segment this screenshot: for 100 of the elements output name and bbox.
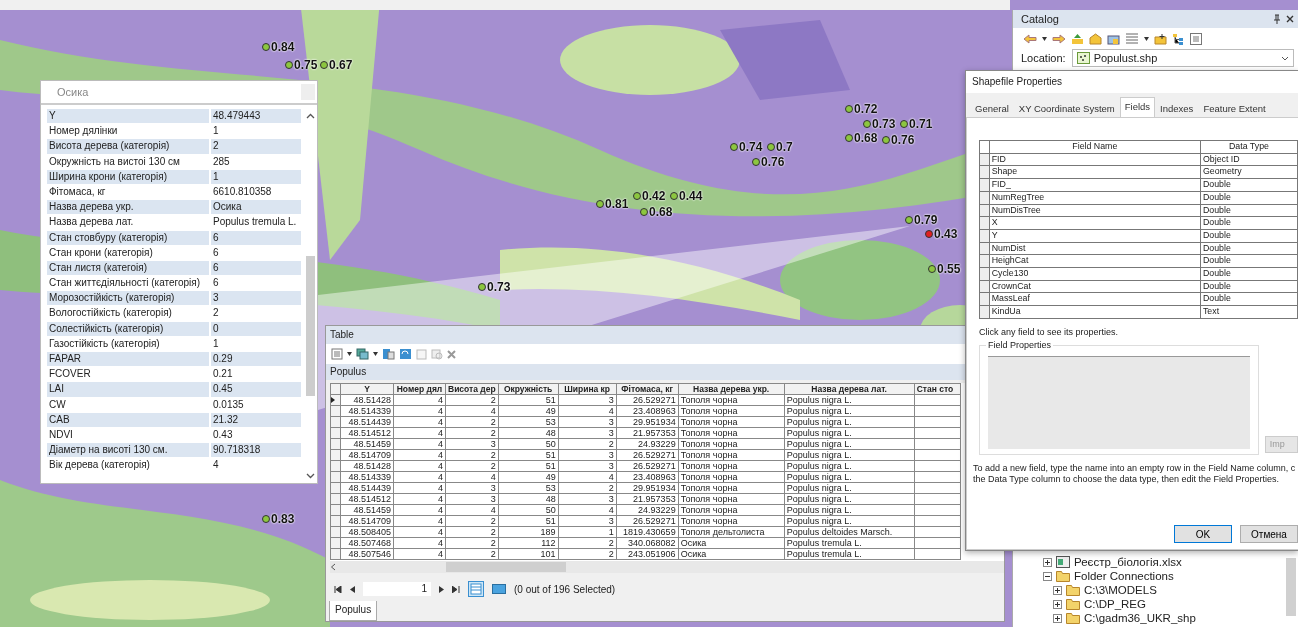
table-tab[interactable]: Populus (329, 601, 378, 621)
tab[interactable]: Feature Extent (1198, 99, 1271, 117)
tab[interactable]: XY Coordinate System (1013, 99, 1120, 117)
table-cell[interactable]: FID (989, 153, 1201, 166)
column-header[interactable]: Ширина кр (558, 383, 617, 395)
map-point[interactable] (730, 143, 738, 151)
map-point[interactable] (670, 192, 678, 200)
tree-item[interactable]: Реєстр_біологія.xlsx (1074, 556, 1182, 568)
location-field[interactable]: Populust.shp (1071, 49, 1294, 67)
expand-icon[interactable] (1043, 557, 1052, 567)
table-cell[interactable]: Double (1200, 229, 1298, 243)
table-cell[interactable]: Double (1200, 254, 1298, 268)
map-point[interactable] (640, 208, 648, 216)
table-cell[interactable]: Double (1200, 292, 1298, 306)
column-header[interactable]: Номер дял (393, 383, 446, 395)
column-header[interactable]: Окружність (498, 383, 559, 395)
caret-icon[interactable] (1042, 37, 1047, 41)
tab[interactable]: Fields (1119, 97, 1156, 117)
table-cell[interactable]: KindUa (989, 305, 1201, 319)
table-cell[interactable]: NumDisTree (989, 204, 1201, 217)
cancel-button[interactable]: Отмена (1240, 525, 1298, 543)
table-cell[interactable]: Y (989, 229, 1201, 243)
expand-icon[interactable] (1053, 613, 1062, 623)
column-header[interactable]: Висота дер (445, 383, 499, 395)
tree-view-icon[interactable] (1172, 33, 1185, 45)
scroll-up-icon[interactable] (305, 113, 315, 119)
map-point[interactable] (633, 192, 641, 200)
tab[interactable]: General (970, 99, 1014, 117)
table-cell[interactable]: Shape (989, 165, 1201, 179)
tree-item[interactable]: C:\DP_REG (1084, 598, 1146, 610)
forward-arrow-icon[interactable] (1052, 34, 1066, 44)
table-cell[interactable]: Double (1200, 178, 1298, 192)
map-point[interactable] (320, 61, 328, 69)
tree-item[interactable]: C:\gadm36_UKR_shp (1084, 612, 1196, 624)
delete-icon[interactable] (447, 349, 456, 359)
scroll-down-icon[interactable] (305, 473, 315, 479)
home-folder-icon[interactable] (1089, 33, 1102, 45)
switch-selection-icon[interactable] (399, 348, 412, 360)
tree-item[interactable]: Folder Connections (1074, 570, 1174, 582)
column-header[interactable]: Фітомаса, кг (616, 383, 679, 395)
map-point[interactable] (262, 43, 270, 51)
horizontal-scrollbar[interactable] (330, 561, 1004, 573)
map-point[interactable] (882, 136, 890, 144)
back-arrow-icon[interactable] (1023, 34, 1037, 44)
map-point[interactable] (928, 265, 936, 273)
column-header[interactable]: Назва дерева лат. (784, 383, 915, 395)
last-record-icon[interactable] (452, 585, 460, 593)
first-record-icon[interactable] (334, 585, 342, 593)
column-header[interactable]: Стан сто (914, 383, 961, 395)
table-cell[interactable]: NumDist (989, 242, 1201, 255)
column-header[interactable]: Y (340, 383, 394, 395)
map-point[interactable] (863, 120, 871, 128)
close-icon[interactable] (1286, 15, 1294, 23)
caret-icon[interactable] (1144, 37, 1149, 41)
scroll-left-icon[interactable] (330, 563, 336, 571)
table-cell[interactable]: Double (1200, 216, 1298, 230)
contents-list-icon[interactable] (1190, 33, 1202, 45)
view-options-icon[interactable] (1125, 33, 1139, 45)
tree-item[interactable]: C:\3\MODELS (1084, 584, 1157, 596)
table-cell[interactable]: X (989, 216, 1201, 230)
map-point[interactable] (767, 143, 775, 151)
previous-record-icon[interactable] (350, 585, 355, 593)
map-point[interactable] (845, 134, 853, 142)
table-cell[interactable]: Text (1200, 305, 1298, 319)
map-point[interactable] (285, 61, 293, 69)
connect-folder-icon[interactable] (1107, 33, 1120, 45)
ok-button[interactable]: OK (1174, 525, 1232, 543)
map-point[interactable] (925, 230, 933, 238)
up-folder-icon[interactable] (1071, 33, 1084, 45)
table-cell[interactable]: Double (1200, 204, 1298, 217)
map-point[interactable] (752, 158, 760, 166)
tab[interactable]: Indexes (1155, 99, 1199, 117)
table-cell[interactable]: Cycle130 (989, 267, 1201, 281)
expand-icon[interactable] (1053, 585, 1062, 595)
map-point[interactable] (905, 216, 913, 224)
related-tables-icon[interactable] (356, 348, 369, 360)
table-cell[interactable]: Geometry (1200, 165, 1298, 179)
table-cell[interactable]: Double (1200, 267, 1298, 281)
collapse-icon[interactable] (1043, 571, 1052, 581)
dropdown-icon[interactable] (1281, 55, 1289, 61)
new-folder-icon[interactable] (1154, 33, 1167, 45)
map-point[interactable] (845, 105, 853, 113)
pin-icon[interactable] (1273, 14, 1281, 24)
show-all-records-icon[interactable] (468, 581, 484, 597)
table-cell[interactable]: Double (1200, 191, 1298, 204)
table-cell[interactable]: CrownCat (989, 280, 1201, 293)
table-cell[interactable]: Double (1200, 242, 1298, 255)
map-point[interactable] (900, 120, 908, 128)
vertical-scrollbar[interactable] (1286, 558, 1296, 616)
map-point[interactable] (478, 283, 486, 291)
expand-icon[interactable] (1053, 599, 1062, 609)
table-cell[interactable]: FID_ (989, 178, 1201, 192)
table-options-icon[interactable] (331, 348, 343, 360)
scroll-thumb[interactable] (305, 256, 315, 396)
table-cell[interactable]: NumRegTree (989, 191, 1201, 204)
map-point[interactable] (262, 515, 270, 523)
next-record-icon[interactable] (439, 585, 444, 593)
table-cell[interactable]: Double (1200, 280, 1298, 293)
select-by-attributes-icon[interactable] (382, 348, 395, 360)
record-number-field[interactable]: 1 (363, 582, 431, 596)
